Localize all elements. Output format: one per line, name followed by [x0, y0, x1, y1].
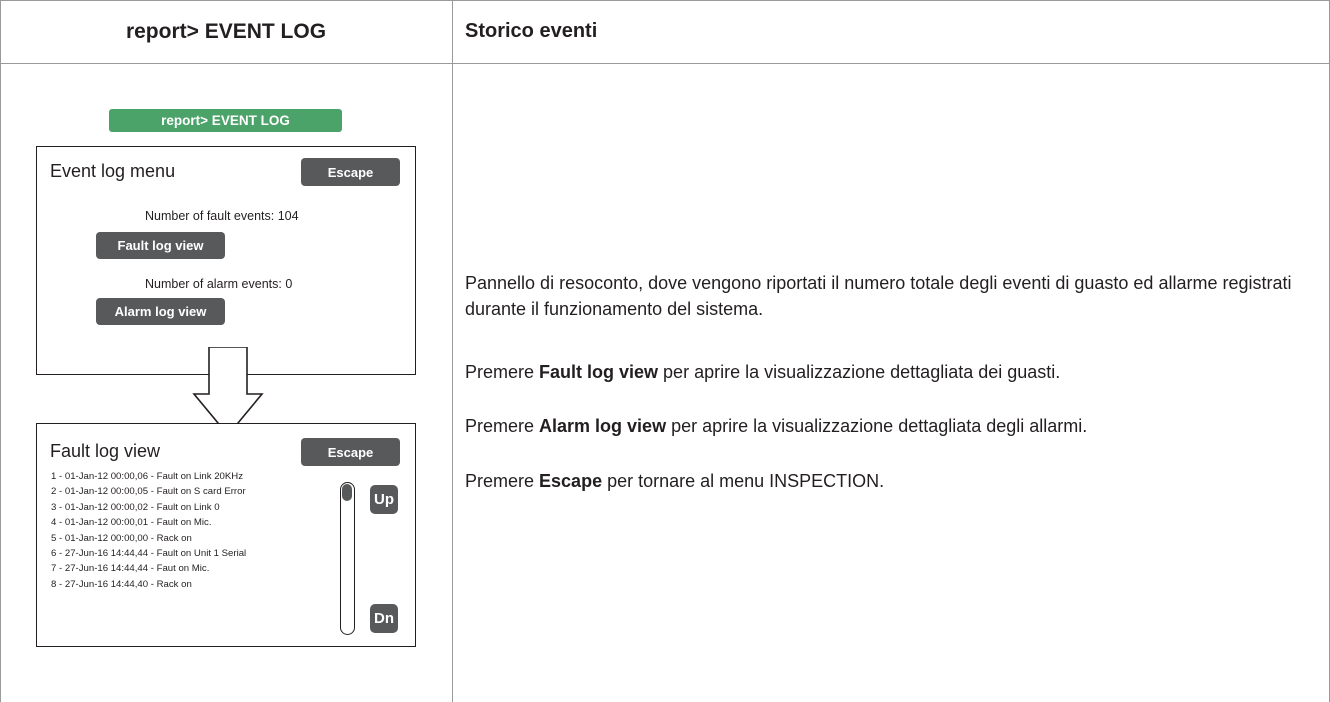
table-column-divider [452, 0, 453, 702]
alarm-count-value: 0 [285, 277, 293, 291]
event-log-menu-panel: Event log menu Escape Number of fault ev… [36, 146, 416, 375]
header-left-title: report> EVENT LOG [125, 19, 327, 43]
escape-button[interactable]: Escape [301, 158, 400, 186]
description-escape: Premere Escape per tornare al menu INSPE… [465, 468, 884, 494]
alarm-log-view-button[interactable]: Alarm log view [96, 298, 225, 325]
escape-term: Escape [539, 471, 603, 491]
header-right-title: Storico eventi [465, 20, 598, 42]
log-entry[interactable]: 7 - 27-Jun-16 14:44,44 - Faut on Mic. [51, 561, 246, 576]
fault-log-view-button[interactable]: Fault log view [96, 232, 225, 259]
log-entry[interactable]: 6 - 27-Jun-16 14:44,44 - Fault on Unit 1… [51, 546, 246, 561]
escape-button[interactable]: Escape [301, 438, 400, 466]
log-entry[interactable]: 1 - 01-Jan-12 00:00,06 - Fault on Link 2… [51, 469, 246, 484]
panel-title: Fault log view [50, 441, 161, 461]
log-entry[interactable]: 3 - 01-Jan-12 00:00,02 - Fault on Link 0 [51, 500, 246, 515]
text: per aprire la visualizzazione dettagliat… [666, 416, 1088, 436]
description-alarm: Premere Alarm log view per aprire la vis… [465, 413, 1087, 439]
text: Premere [465, 416, 540, 436]
scroll-down-button[interactable]: Dn [370, 604, 398, 633]
log-entry[interactable]: 2 - 01-Jan-12 00:00,05 - Fault on S card… [51, 484, 246, 499]
log-entry[interactable]: 8 - 27-Jun-16 14:44,40 - Rack on [51, 577, 246, 592]
fault-count-row: Number of fault events: 104 [145, 209, 299, 223]
log-entry[interactable]: 4 - 01-Jan-12 00:00,01 - Fault on Mic. [51, 515, 246, 530]
alarm-log-view-term: Alarm log view [539, 416, 667, 436]
fault-log-view-term: Fault log view [539, 362, 659, 382]
log-entry[interactable]: 5 - 01-Jan-12 00:00,00 - Rack on [51, 531, 246, 546]
fault-count-label: Number of fault events: [145, 209, 275, 223]
scroll-up-button[interactable]: Up [370, 485, 398, 514]
table-border-left [0, 0, 1, 702]
description-fault: Premere Fault log view per aprire la vis… [465, 359, 1060, 385]
fault-log-list: 1 - 01-Jan-12 00:00,06 - Fault on Link 2… [51, 469, 246, 592]
fault-count-value: 104 [277, 209, 299, 223]
alarm-count-label: Number of alarm events: [145, 277, 282, 291]
text: per tornare al menu INSPECTION. [602, 471, 885, 491]
table-header-divider [0, 63, 1330, 64]
scrollbar[interactable] [340, 482, 355, 635]
panel-title: Event log menu [50, 161, 176, 181]
text: Premere [465, 362, 540, 382]
scrollbar-thumb[interactable] [342, 484, 352, 501]
fault-log-view-panel: Fault log view Escape 1 - 01-Jan-12 00:0… [36, 423, 416, 647]
description-intro: Pannello di resoconto, dove vengono ripo… [465, 273, 1292, 319]
text: Premere [465, 471, 540, 491]
report-event-log-badge: report> EVENT LOG [109, 109, 342, 132]
alarm-count-row: Number of alarm events: 0 [145, 277, 292, 291]
text: per aprire la visualizzazione dettagliat… [658, 362, 1061, 382]
